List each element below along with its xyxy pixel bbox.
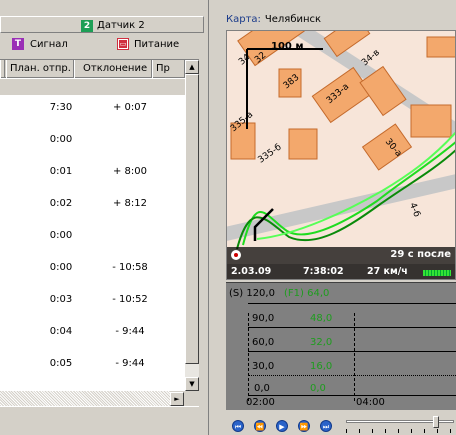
graph-grid-line xyxy=(248,327,456,328)
table-row[interactable]: 0:00 xyxy=(0,127,185,159)
graph-time-label: 04:00 xyxy=(356,397,385,408)
speed-label: 27 км/ч xyxy=(367,266,408,277)
scale-label: 100 м xyxy=(271,41,304,52)
cell-deviation: + 8:00 xyxy=(112,166,147,177)
horizontal-scrollbar[interactable]: ► xyxy=(0,391,199,406)
table-header: План. отпр. Отклонение Пр xyxy=(0,60,185,78)
speed-bar xyxy=(423,270,451,276)
table-row[interactable]: 0:04 - 9:44 xyxy=(0,319,185,351)
table-row[interactable]: 0:05 - 9:44 xyxy=(0,351,185,383)
graph-baseline xyxy=(248,395,456,396)
sensor-2-icon: 2 xyxy=(81,19,93,32)
table-row[interactable]: 0:03 - 10:52 xyxy=(0,287,185,319)
schedule-table: План. отпр. Отклонение Пр 7:30 + 0:07 0:… xyxy=(0,59,199,407)
cell-plan: 0:02 xyxy=(49,198,73,209)
cell-deviation: - 10:58 xyxy=(112,262,148,273)
graph-grid-line xyxy=(248,375,456,376)
tab-signal-label: Сигнал xyxy=(30,38,68,50)
cell-deviation: - 9:44 xyxy=(115,326,145,337)
map-caption-label: Карта: xyxy=(226,14,261,25)
playback-speed-slider[interactable] xyxy=(346,416,454,428)
scroll-down-button[interactable]: ▼ xyxy=(185,377,199,391)
tab-row-signals: T Сигнал ▭ Питание xyxy=(0,35,204,53)
map-city: Челябинск xyxy=(264,14,322,25)
vertical-scrollbar[interactable]: ▲ ▼ xyxy=(185,60,199,391)
map-view[interactable]: 100 м 32 34 383 333-а 335-а 335-б 30-а 4… xyxy=(226,30,456,280)
cell-deviation: - 9:44 xyxy=(115,358,145,369)
blank-row xyxy=(0,79,185,95)
tab-sensor-2-label: Датчик 2 xyxy=(97,20,145,31)
graph-time-label: 02:00 xyxy=(246,397,275,408)
table-row[interactable]: 0:00 - 10:58 xyxy=(0,255,185,287)
scroll-right-button[interactable]: ► xyxy=(170,392,184,406)
building xyxy=(410,104,452,138)
cell-deviation: - 10:52 xyxy=(112,294,148,305)
table-row[interactable]: 0:02 + 8:12 xyxy=(0,191,185,223)
signal-icon: T xyxy=(12,38,24,50)
cell-plan: 0:00 xyxy=(49,230,73,241)
tab-power-label: Питание xyxy=(134,38,180,50)
playback-controls: ⏮ ⏪ ▶ ⏩ ⏭ xyxy=(226,412,456,435)
play-icon[interactable]: ▶ xyxy=(276,420,288,432)
skip-forward-icon[interactable]: ⏭ xyxy=(320,420,332,432)
graph-header-s: (S) 120,0 xyxy=(229,288,275,299)
graph-level-s: 90,0 xyxy=(252,313,275,324)
tab-signal[interactable]: T Сигнал xyxy=(12,36,68,52)
scroll-thumb[interactable] xyxy=(185,74,199,364)
record-icon[interactable] xyxy=(231,250,241,260)
scroll-up-button[interactable]: ▲ xyxy=(185,60,199,74)
tab-power[interactable]: ▭ Питание xyxy=(117,36,180,52)
left-panel: 2 Датчик 2 T Сигнал ▭ Питание План. отпр… xyxy=(0,0,208,435)
cell-plan: 7:30 xyxy=(49,102,73,113)
graph-axis-line xyxy=(248,313,249,401)
column-header-extra[interactable]: Пр xyxy=(152,60,185,78)
cell-plan: 0:04 xyxy=(49,326,73,337)
graph-time-marker xyxy=(354,313,355,401)
power-icon: ▭ xyxy=(117,38,129,50)
cell-deviation: + 8:12 xyxy=(112,198,147,209)
table-row[interactable]: 0:00 xyxy=(0,223,185,255)
graph-grid-line xyxy=(248,351,456,352)
graph-level-s: 0,0 xyxy=(254,383,270,394)
tab-row-sensors: 2 Датчик 2 xyxy=(0,16,204,33)
cell-plan: 0:03 xyxy=(49,294,73,305)
column-header-plan[interactable]: План. отпр. xyxy=(6,60,74,78)
rewind-icon[interactable]: ⏪ xyxy=(254,420,266,432)
graph-level-f1: 16,0 xyxy=(310,361,333,372)
graph-header-f1: (F1) 64,0 xyxy=(284,288,330,299)
date-label: 2.03.09 xyxy=(231,266,272,277)
table-row[interactable]: 7:30 + 0:07 xyxy=(0,95,185,127)
graph-level-f1: 0,0 xyxy=(310,383,326,394)
slider-knob[interactable] xyxy=(433,416,439,428)
panel-splitter[interactable] xyxy=(208,0,224,435)
map-info-bar-top: 29 с после xyxy=(227,247,455,264)
cell-plan: 0:00 xyxy=(49,262,73,273)
map-info-bar-bottom: 2.03.09 7:38:02 27 км/ч xyxy=(227,264,455,279)
cell-plan: 0:05 xyxy=(49,358,73,369)
header-left-stub xyxy=(0,60,5,78)
table-row[interactable]: 0:01 + 8:00 xyxy=(0,159,185,191)
right-panel: Карта: Челябинск 100 м 32 34 383 333-а 3… xyxy=(224,0,456,435)
cell-plan: 0:00 xyxy=(49,134,73,145)
skip-back-icon[interactable]: ⏮ xyxy=(232,420,244,432)
fast-forward-icon[interactable]: ⏩ xyxy=(298,420,310,432)
graph-level-s: 60,0 xyxy=(252,337,275,348)
slider-ticks xyxy=(346,429,454,433)
time-after-label: 29 с после xyxy=(390,249,451,260)
column-header-deviation[interactable]: Отклонение xyxy=(74,60,152,78)
road xyxy=(227,174,455,241)
cell-deviation: + 0:07 xyxy=(112,102,147,113)
building xyxy=(288,128,318,160)
time-label: 7:38:02 xyxy=(303,266,344,277)
map-caption: Карта: Челябинск xyxy=(226,14,321,25)
cell-plan: 0:01 xyxy=(49,166,73,177)
graph-grid-line xyxy=(248,303,456,304)
horizontal-scroll-track[interactable] xyxy=(0,391,170,406)
graph-level-s: 30,0 xyxy=(252,361,275,372)
tab-sensor-2[interactable]: 2 Датчик 2 xyxy=(81,19,145,32)
graph-level-f1: 32,0 xyxy=(310,337,333,348)
building xyxy=(426,36,455,58)
sensor-graph[interactable]: (S) 120,0 (F1) 64,0 90,0 48,0 60,0 32,0 … xyxy=(226,282,456,410)
graph-level-f1: 48,0 xyxy=(310,313,333,324)
